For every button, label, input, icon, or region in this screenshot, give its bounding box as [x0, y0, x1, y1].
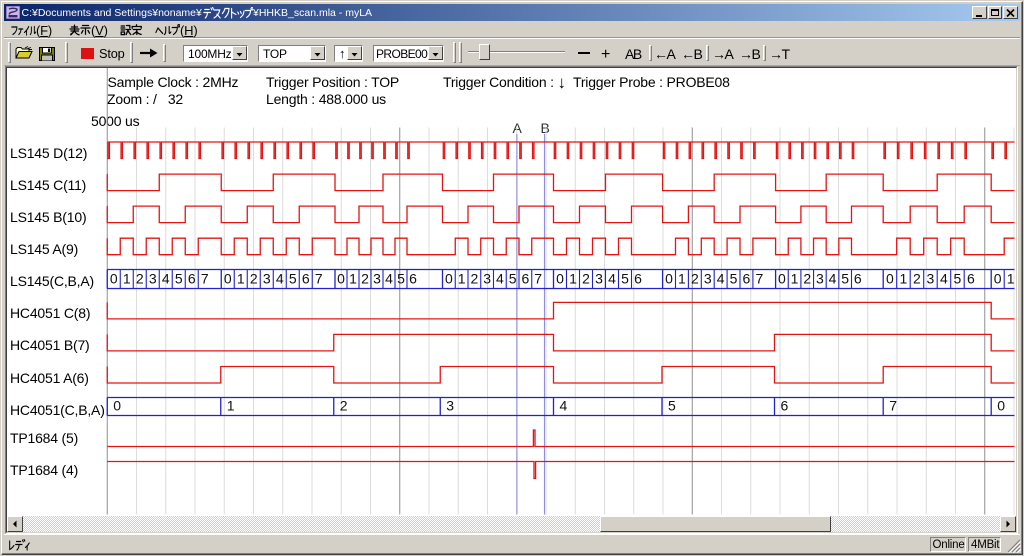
- svg-text:5: 5: [509, 271, 517, 287]
- svg-text:1: 1: [1007, 271, 1015, 287]
- svg-text:7: 7: [315, 271, 323, 287]
- svg-text:7: 7: [889, 398, 897, 414]
- svg-text:6: 6: [743, 271, 751, 287]
- svg-text:2: 2: [913, 271, 921, 287]
- svg-text:0: 0: [445, 271, 453, 287]
- svg-text:3: 3: [927, 271, 935, 287]
- svg-text:6: 6: [854, 271, 862, 287]
- svg-text:1: 1: [900, 271, 908, 287]
- svg-text:7: 7: [201, 271, 209, 287]
- svg-text:5: 5: [175, 271, 183, 287]
- svg-text:5: 5: [397, 271, 405, 287]
- svg-text:0: 0: [110, 271, 118, 287]
- svg-text:7: 7: [755, 271, 763, 287]
- svg-text:4: 4: [496, 271, 504, 287]
- svg-text:6: 6: [781, 398, 789, 414]
- svg-text:1: 1: [237, 271, 245, 287]
- svg-text:3: 3: [149, 271, 157, 287]
- svg-text:2: 2: [803, 271, 811, 287]
- svg-text:2: 2: [470, 271, 478, 287]
- svg-text:1: 1: [791, 271, 799, 287]
- svg-text:5: 5: [954, 271, 962, 287]
- svg-text:4: 4: [608, 271, 616, 287]
- svg-text:3: 3: [483, 271, 491, 287]
- svg-text:5: 5: [730, 271, 738, 287]
- svg-text:7: 7: [534, 271, 542, 287]
- svg-text:6: 6: [188, 271, 196, 287]
- svg-text:0: 0: [665, 271, 673, 287]
- svg-text:5: 5: [668, 398, 676, 414]
- svg-text:0: 0: [886, 271, 894, 287]
- svg-text:0: 0: [224, 271, 232, 287]
- svg-text:2: 2: [136, 271, 144, 287]
- svg-text:5: 5: [841, 271, 849, 287]
- svg-text:2: 2: [250, 271, 258, 287]
- svg-text:2: 2: [361, 271, 369, 287]
- svg-text:6: 6: [634, 271, 642, 287]
- svg-text:3: 3: [373, 271, 381, 287]
- svg-text:1: 1: [458, 271, 466, 287]
- svg-text:6: 6: [521, 271, 529, 287]
- svg-text:6: 6: [409, 271, 417, 287]
- svg-text:3: 3: [446, 398, 454, 414]
- svg-text:6: 6: [302, 271, 310, 287]
- svg-text:4: 4: [560, 398, 568, 414]
- svg-text:2: 2: [340, 398, 348, 414]
- svg-text:1: 1: [349, 271, 357, 287]
- svg-text:4: 4: [829, 271, 837, 287]
- svg-text:4: 4: [276, 271, 284, 287]
- svg-text:3: 3: [263, 271, 271, 287]
- svg-text:3: 3: [704, 271, 712, 287]
- svg-text:4: 4: [385, 271, 393, 287]
- svg-text:4: 4: [162, 271, 170, 287]
- svg-text:2: 2: [691, 271, 699, 287]
- svg-text:1: 1: [569, 271, 577, 287]
- svg-text:3: 3: [816, 271, 824, 287]
- svg-text:1: 1: [123, 271, 131, 287]
- svg-text:1: 1: [227, 398, 235, 414]
- svg-text:0: 0: [994, 271, 1002, 287]
- svg-text:1: 1: [678, 271, 686, 287]
- svg-text:0: 0: [113, 398, 121, 414]
- svg-text:4: 4: [717, 271, 725, 287]
- svg-text:0: 0: [997, 398, 1005, 414]
- svg-text:3: 3: [595, 271, 603, 287]
- svg-text:0: 0: [337, 271, 345, 287]
- svg-text:5: 5: [289, 271, 297, 287]
- svg-text:6: 6: [967, 271, 975, 287]
- svg-text:5: 5: [621, 271, 629, 287]
- svg-text:0: 0: [556, 271, 564, 287]
- svg-text:2: 2: [582, 271, 590, 287]
- svg-text:0: 0: [778, 271, 786, 287]
- svg-text:4: 4: [940, 271, 948, 287]
